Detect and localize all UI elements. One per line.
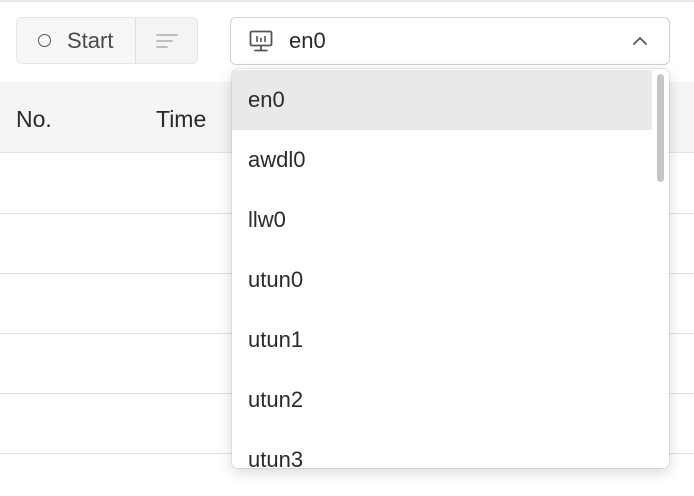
interface-option-utun0[interactable]: utun0 (232, 250, 652, 310)
interface-dropdown: en0 awdl0 llw0 utun0 utun1 utun2 utun3 (232, 69, 669, 468)
interface-select-value: en0 (289, 28, 326, 53)
option-label: utun1 (248, 327, 304, 352)
capture-controls: Start (16, 17, 198, 64)
interface-option-llw0[interactable]: llw0 (232, 190, 652, 250)
option-label: awdl0 (248, 147, 306, 172)
interface-option-utun2[interactable]: utun2 (232, 370, 652, 430)
monitor-icon (248, 28, 274, 54)
chevron-up-icon (631, 32, 649, 50)
option-label: llw0 (248, 207, 286, 232)
start-button[interactable]: Start (17, 18, 136, 63)
packet-capture-app: Start en0 No. Time en0 awdl0 llw0 utun0 … (0, 0, 694, 496)
interface-option-en0[interactable]: en0 (232, 70, 652, 130)
option-label: en0 (248, 87, 285, 112)
column-header-time[interactable]: Time (156, 106, 206, 133)
circle-icon (38, 34, 51, 47)
interface-option-list: en0 awdl0 llw0 utun0 utun1 utun2 utun3 (232, 70, 652, 468)
interface-option-utun3[interactable]: utun3 (232, 430, 652, 468)
top-divider (0, 0, 694, 2)
dropdown-scrollbar-thumb[interactable] (657, 74, 664, 182)
start-button-label: Start (67, 27, 114, 53)
interface-option-awdl0[interactable]: awdl0 (232, 130, 652, 190)
filter-lines-icon (156, 33, 178, 48)
dropdown-scrollbar[interactable] (652, 69, 669, 468)
column-header-no[interactable]: No. (16, 106, 52, 133)
option-label: utun0 (248, 267, 304, 292)
interface-select[interactable]: en0 (230, 17, 670, 65)
option-label: utun2 (248, 387, 304, 412)
interface-option-utun1[interactable]: utun1 (232, 310, 652, 370)
filter-button[interactable] (136, 18, 197, 63)
option-label: utun3 (248, 447, 304, 468)
